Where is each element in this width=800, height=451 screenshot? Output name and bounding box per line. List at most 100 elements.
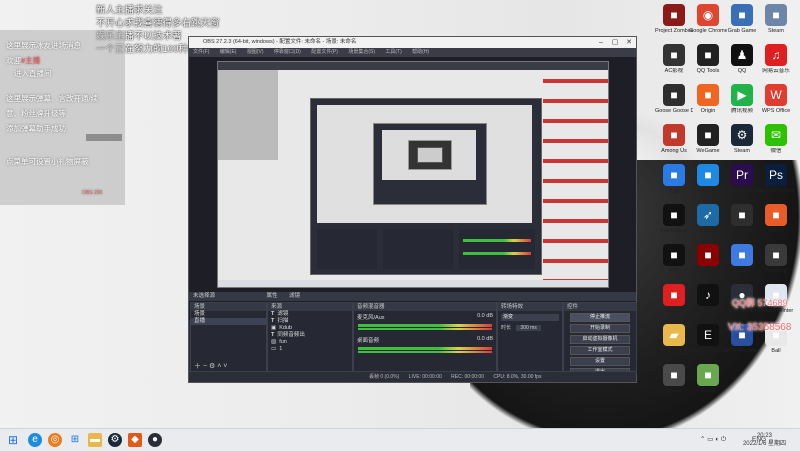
desktop-shortcut[interactable]: ■ World	[689, 364, 727, 395]
minimize-icon[interactable]: –	[594, 37, 608, 48]
obs-icon[interactable]: ●	[148, 433, 162, 447]
fox-icon[interactable]: ◆	[128, 433, 142, 447]
text-source-icon: T	[271, 311, 275, 317]
desktop-shortcut[interactable]: ■ BlackMagic	[655, 204, 693, 235]
source-item[interactable]: ▣ Kdub	[268, 325, 352, 332]
duration-input[interactable]: 300 ms	[516, 325, 541, 331]
explorer-icon[interactable]: ▬	[88, 433, 102, 447]
stop-streaming-button[interactable]: 停止推流	[570, 313, 630, 322]
close-icon[interactable]: ✕	[622, 37, 636, 48]
desktop-shortcut[interactable]: ■ Project Zomboid	[655, 4, 693, 35]
box-icon: ■	[765, 4, 787, 26]
desktop-shortcut[interactable]: ⚙ Steam	[723, 124, 761, 155]
menu-scene-collection[interactable]: 场景集合(S)	[348, 49, 375, 55]
desktop-shortcut[interactable]: ■ Red Dead Redemption	[689, 244, 727, 275]
desktop-shortcut[interactable]: W WPS Office	[757, 84, 795, 115]
nested-preview-3	[382, 130, 476, 180]
desktop-shortcut[interactable]: ♪ 抖音	[689, 284, 727, 315]
desktop-shortcut[interactable]: ■ XMind	[757, 204, 795, 235]
source-item[interactable]: T 同频音频出	[268, 332, 352, 339]
desktop-shortcut[interactable]: ▰ 新建文件夹	[655, 324, 693, 355]
desktop-shortcut[interactable]: Pr Adobe Premiere	[723, 164, 761, 195]
source-item[interactable]: ▨ fun	[268, 339, 352, 346]
filters-button[interactable]: 滤镜	[289, 293, 300, 299]
desktop-shortcut[interactable]: ■ 网易云	[655, 284, 693, 315]
transition-select[interactable]: 渐变	[501, 314, 559, 321]
nested-menubar	[218, 62, 608, 70]
obs-window[interactable]: OBS 27.2.3 (64-bit, windows) - 配置文件: 未命名…	[188, 36, 637, 383]
duration-label: 时长	[501, 325, 512, 331]
no-source-label: 未选择源	[193, 293, 216, 299]
scene-item[interactable]: 场景	[191, 311, 266, 318]
source-item[interactable]: T 滤镜	[268, 311, 352, 318]
desktop-shortcut[interactable]: ➶ Rocket	[689, 204, 727, 235]
preview-capture-level-1	[217, 61, 609, 288]
scene-add-remove-icon[interactable]: ＋ − ⚙ ˄ ˅	[194, 361, 227, 371]
edge-icon[interactable]: e	[28, 433, 42, 447]
mixer-meter	[358, 324, 492, 327]
start-icon[interactable]: ⊞	[6, 433, 20, 447]
scene-item[interactable]: 直播	[191, 318, 266, 325]
desktop-shortcut[interactable]: ■ Origin	[689, 84, 727, 115]
desktop-shortcut[interactable]: ■ AC影视	[655, 44, 693, 75]
mixer-volume-slider[interactable]	[358, 351, 492, 353]
nested-mixer	[459, 229, 535, 269]
obs-preview[interactable]	[189, 57, 636, 320]
menu-profile[interactable]: 配置文件(P)	[311, 49, 338, 55]
steam-icon[interactable]: ⚙	[108, 433, 122, 447]
desktop-shortcut[interactable]: ■ 剪映	[655, 244, 693, 275]
jd-icon: ■	[765, 244, 787, 266]
menu-docks[interactable]: 停靠窗口(D)	[274, 49, 301, 55]
nested-sources	[383, 229, 453, 269]
desktop-shortcut-label: Ball	[771, 348, 781, 354]
menu-help[interactable]: 帮助(H)	[412, 49, 429, 55]
text-source-icon: T	[271, 318, 275, 324]
tray-icons[interactable]: ⌃ ▭ ◐ ⏻	[700, 429, 726, 451]
desktop-shortcut[interactable]: E Epic Games Launcher	[689, 324, 727, 355]
menu-edit[interactable]: 编辑(E)	[220, 49, 237, 55]
mixer-volume-slider[interactable]	[358, 328, 492, 330]
desktop-shortcut[interactable]: ♫ 网易云音乐	[757, 44, 795, 75]
desktop-shortcut[interactable]: ▶ 腾讯视频	[723, 84, 761, 115]
settings-button[interactable]: 设置	[570, 357, 630, 366]
studio-mode-button[interactable]: 工作室模式	[570, 346, 630, 355]
desktop-shortcut[interactable]: ■ WeFans	[689, 164, 727, 195]
desktop-shortcut[interactable]: ■ QQ Tools	[689, 44, 727, 75]
desktop-shortcut[interactable]: ◉ Google Chrome	[689, 4, 727, 35]
desktop-shortcut[interactable]: ■ Grab Game	[723, 4, 761, 35]
clock[interactable]: 20:23 2022/1/6 星期四	[743, 432, 786, 448]
virtual-camera-button[interactable]: 启动虚拟摄像机	[570, 335, 630, 344]
desktop-shortcut-label: 网易云音乐	[762, 68, 790, 74]
maximize-icon[interactable]: ▢	[608, 37, 622, 48]
firefox-icon[interactable]: ◎	[48, 433, 62, 447]
desktop-shortcut-label: QQ Tools	[696, 68, 720, 74]
source-item[interactable]: ▭ 1	[268, 346, 352, 353]
menu-file[interactable]: 文件(F)	[193, 49, 209, 55]
windows-icon[interactable]: ⊞	[68, 433, 82, 447]
desktop-shortcut[interactable]: ■ Arknights	[723, 204, 761, 235]
desktop-shortcut[interactable]: ■ Goose Goose Duck	[655, 84, 693, 115]
wechat-icon: ✉	[765, 124, 787, 146]
obs-titlebar[interactable]: OBS 27.2.3 (64-bit, windows) - 配置文件: 未命名…	[189, 37, 636, 48]
menu-tools[interactable]: 工具(T)	[385, 49, 401, 55]
menu-view[interactable]: 视图(V)	[247, 49, 264, 55]
origin-icon: ■	[697, 84, 719, 106]
desktop-shortcut[interactable]: ■ 迅雷	[655, 164, 693, 195]
desktop-shortcut-label: 微信	[770, 148, 782, 154]
display-source-icon: ▭	[271, 346, 277, 352]
desktop-shortcut[interactable]: ♟ QQ	[723, 44, 761, 75]
start-recording-button[interactable]: 开始录制	[570, 324, 630, 333]
desktop-shortcut[interactable]: ✉ 微信	[757, 124, 795, 155]
clock-time: 20:23	[756, 433, 772, 439]
promo-wechat: VX: 35358568	[728, 322, 792, 333]
properties-button[interactable]: 属性	[267, 293, 278, 299]
source-item[interactable]: T 扫描	[268, 318, 352, 325]
desktop-shortcut-label: 腾讯视频	[730, 108, 753, 114]
desktop-shortcut[interactable]: ■ Jingdong	[757, 244, 795, 275]
desktop-shortcut[interactable]: ■ Among Us	[655, 124, 693, 155]
desktop-shortcut[interactable]: ■ Uplay	[723, 244, 761, 275]
desktop-shortcut[interactable]: ■ WeGame	[689, 124, 727, 155]
desktop-shortcut[interactable]: ■ Steam	[757, 4, 795, 35]
desktop-shortcut[interactable]: Ps Adobe Photoshop	[757, 164, 795, 195]
desktop-shortcut[interactable]: ■ Chess	[655, 364, 693, 395]
